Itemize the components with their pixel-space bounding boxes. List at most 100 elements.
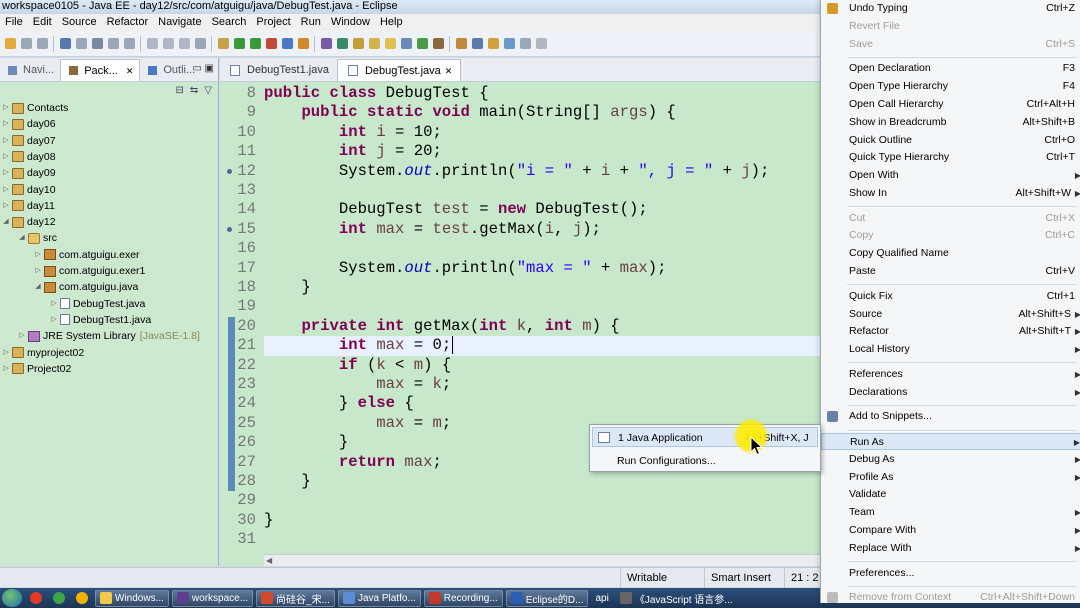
toolbar-tool-icon[interactable] <box>336 38 348 49</box>
tree-item-day10[interactable]: ▷ day10 <box>2 182 55 198</box>
menu-item-open-type-hierarchy[interactable]: Open Type Hierarchy F4 <box>821 78 1080 95</box>
taskbar-item[interactable]: Java Platfo... <box>337 589 421 607</box>
tree-twisty-icon[interactable]: ▷ <box>18 328 26 344</box>
code-line[interactable]: } else { <box>264 394 414 413</box>
toolbar-tool-icon[interactable] <box>217 38 229 49</box>
menu-window[interactable]: Window <box>326 15 375 30</box>
menu-item-profile-as[interactable]: Profile As ▶ <box>821 469 1080 486</box>
tree-item-src[interactable]: ◢ src <box>18 230 57 246</box>
taskbar-item[interactable]: 尚硅谷_宋... <box>256 589 335 607</box>
view-tab-navi[interactable]: Navi... <box>0 59 60 81</box>
tree-item-project02[interactable]: ▷ Project02 <box>2 361 71 377</box>
tree-item-day07[interactable]: ▷ day07 <box>2 133 55 149</box>
menu-run[interactable]: Run <box>296 15 326 30</box>
tree-twisty-icon[interactable]: ▷ <box>2 116 10 132</box>
tree-twisty-icon[interactable]: ▷ <box>2 100 10 116</box>
menu-item-preferences[interactable]: Preferences... <box>821 565 1080 582</box>
tree-twisty-icon[interactable]: ◢ <box>34 279 42 295</box>
toolbar-tool-icon[interactable] <box>123 38 135 49</box>
toolbar-tool-icon[interactable] <box>178 38 190 49</box>
code-line[interactable]: public class DebugTest { <box>264 84 489 103</box>
menu-item-open-declaration[interactable]: Open Declaration F3 <box>821 60 1080 77</box>
tree-twisty-icon[interactable]: ◢ <box>18 230 26 246</box>
taskbar-item[interactable]: api <box>591 590 612 607</box>
tree-twisty-icon[interactable]: ▷ <box>2 149 10 165</box>
menu-navigate[interactable]: Navigate <box>153 15 206 30</box>
menu-item-open-with[interactable]: Open With ▶ <box>821 167 1080 184</box>
menu-item-quick-type-hierarchy[interactable]: Quick Type Hierarchy Ctrl+T <box>821 149 1080 166</box>
tree-twisty-icon[interactable]: ▷ <box>2 165 10 181</box>
tree-item-myproject02[interactable]: ▷ myproject02 <box>2 345 84 361</box>
menu-item-references[interactable]: References ▶ <box>821 366 1080 383</box>
tree-item-debugtest-java[interactable]: ▷ DebugTest.java <box>50 296 145 312</box>
menu-item-source[interactable]: Source Alt+Shift+S ▶ <box>821 306 1080 323</box>
menu-item-copy-qualified-name[interactable]: Copy Qualified Name <box>821 245 1080 262</box>
toolbar-tool-icon[interactable] <box>455 38 467 49</box>
tree-twisty-icon[interactable]: ▷ <box>50 312 58 328</box>
taskbar-item[interactable]: workspace... <box>171 589 254 607</box>
menu-item-quick-fix[interactable]: Quick Fix Ctrl+1 <box>821 288 1080 305</box>
toolbar-tool-icon[interactable] <box>107 38 119 49</box>
menu-item-replace-with[interactable]: Replace With ▶ <box>821 540 1080 557</box>
menu-item-run-as[interactable]: Run As ▶ <box>821 433 1080 450</box>
menu-item-compare-with[interactable]: Compare With ▶ <box>821 522 1080 539</box>
code-line[interactable]: int j = 20; <box>264 142 442 161</box>
toolbar-tool-icon[interactable] <box>519 38 531 49</box>
menu-item-local-history[interactable]: Local History ▶ <box>821 341 1080 358</box>
taskbar-item[interactable] <box>49 590 69 607</box>
toolbar-tool-icon[interactable] <box>249 38 261 49</box>
tree-item-day08[interactable]: ▷ day08 <box>2 149 55 165</box>
menu-project[interactable]: Project <box>251 15 295 30</box>
menu-item-debug-as[interactable]: Debug As ▶ <box>821 451 1080 468</box>
tree-item-jre-system-library[interactable]: ▷ JRE System Library [JavaSE-1.8] <box>18 328 200 344</box>
toolbar-tool-icon[interactable] <box>91 38 103 49</box>
tree-item-com-atguigu-exer1[interactable]: ▷ com.atguigu.exer1 <box>34 263 145 279</box>
tree-item-contacts[interactable]: ▷ Contacts <box>2 100 68 116</box>
code-line[interactable]: int max = 0; <box>264 336 820 356</box>
tree-twisty-icon[interactable]: ▷ <box>34 247 42 263</box>
toolbar-tool-icon[interactable] <box>368 38 380 49</box>
menu-item-refactor[interactable]: Refactor Alt+Shift+T ▶ <box>821 323 1080 340</box>
toolbar-tool-icon[interactable] <box>487 38 499 49</box>
taskbar-item[interactable] <box>72 590 92 607</box>
menu-item-add-to-snippets[interactable]: Add to Snippets... <box>821 408 1080 425</box>
toolbar-tool-icon[interactable] <box>4 38 16 49</box>
code-line[interactable]: max = k; <box>264 375 451 394</box>
tree-item-com-atguigu-exer[interactable]: ▷ com.atguigu.exer <box>34 247 139 263</box>
toolbar-tool-icon[interactable] <box>503 38 515 49</box>
tree-item-day09[interactable]: ▷ day09 <box>2 165 55 181</box>
toolbar-tool-icon[interactable] <box>162 38 174 49</box>
tree-item-day11[interactable]: ▷ day11 <box>2 198 55 214</box>
code-line[interactable]: int max = test.getMax(i, j); <box>264 220 601 239</box>
minimize-icon[interactable]: ▭ ▣ <box>192 63 214 74</box>
toolbar-tool-icon[interactable] <box>281 38 293 49</box>
code-line[interactable]: } <box>264 433 348 452</box>
menu-item-open-call-hierarchy[interactable]: Open Call Hierarchy Ctrl+Alt+H <box>821 96 1080 113</box>
horizontal-scrollbar[interactable]: ◀ <box>264 554 820 566</box>
toolbar-tool-icon[interactable] <box>432 38 444 49</box>
view-menu-icon[interactable]: ▽ <box>204 85 212 96</box>
menu-source[interactable]: Source <box>57 15 102 30</box>
taskbar-item[interactable]: 《JavaScript 语言参... <box>616 590 737 607</box>
menu-help[interactable]: Help <box>375 15 408 30</box>
code-line[interactable]: if (k < m) { <box>264 356 451 375</box>
submenu-item-run-configurations[interactable]: Run Configurations... <box>592 451 818 471</box>
code-line[interactable]: return max; <box>264 453 442 472</box>
editor-tab-debugtest1java[interactable]: DebugTest1.java <box>220 59 337 81</box>
toolbar-tool-icon[interactable] <box>400 38 412 49</box>
code-line[interactable]: } <box>264 472 310 491</box>
code-line[interactable]: private int getMax(int k, int m) { <box>264 317 619 336</box>
toolbar-tool-icon[interactable] <box>384 38 396 49</box>
menu-item-show-in-breadcrumb[interactable]: Show in Breadcrumb Alt+Shift+B <box>821 114 1080 131</box>
code-line[interactable]: } <box>264 278 310 297</box>
toolbar-tool-icon[interactable] <box>194 38 206 49</box>
menu-item-undo-typing[interactable]: Undo Typing Ctrl+Z <box>821 0 1080 17</box>
editor-tab-debugtestjava[interactable]: DebugTest.java ✕ <box>336 59 462 81</box>
code-line[interactable]: DebugTest test = new DebugTest(); <box>264 200 648 219</box>
menu-item-team[interactable]: Team ▶ <box>821 504 1080 521</box>
tree-twisty-icon[interactable]: ◢ <box>2 214 10 230</box>
submenu-item-1-java-application[interactable]: 1 Java Application Alt+Shift+X, J <box>592 427 818 447</box>
toolbar-tool-icon[interactable] <box>75 38 87 49</box>
menu-item-paste[interactable]: Paste Ctrl+V <box>821 263 1080 280</box>
close-icon[interactable]: ✕ <box>126 60 134 82</box>
